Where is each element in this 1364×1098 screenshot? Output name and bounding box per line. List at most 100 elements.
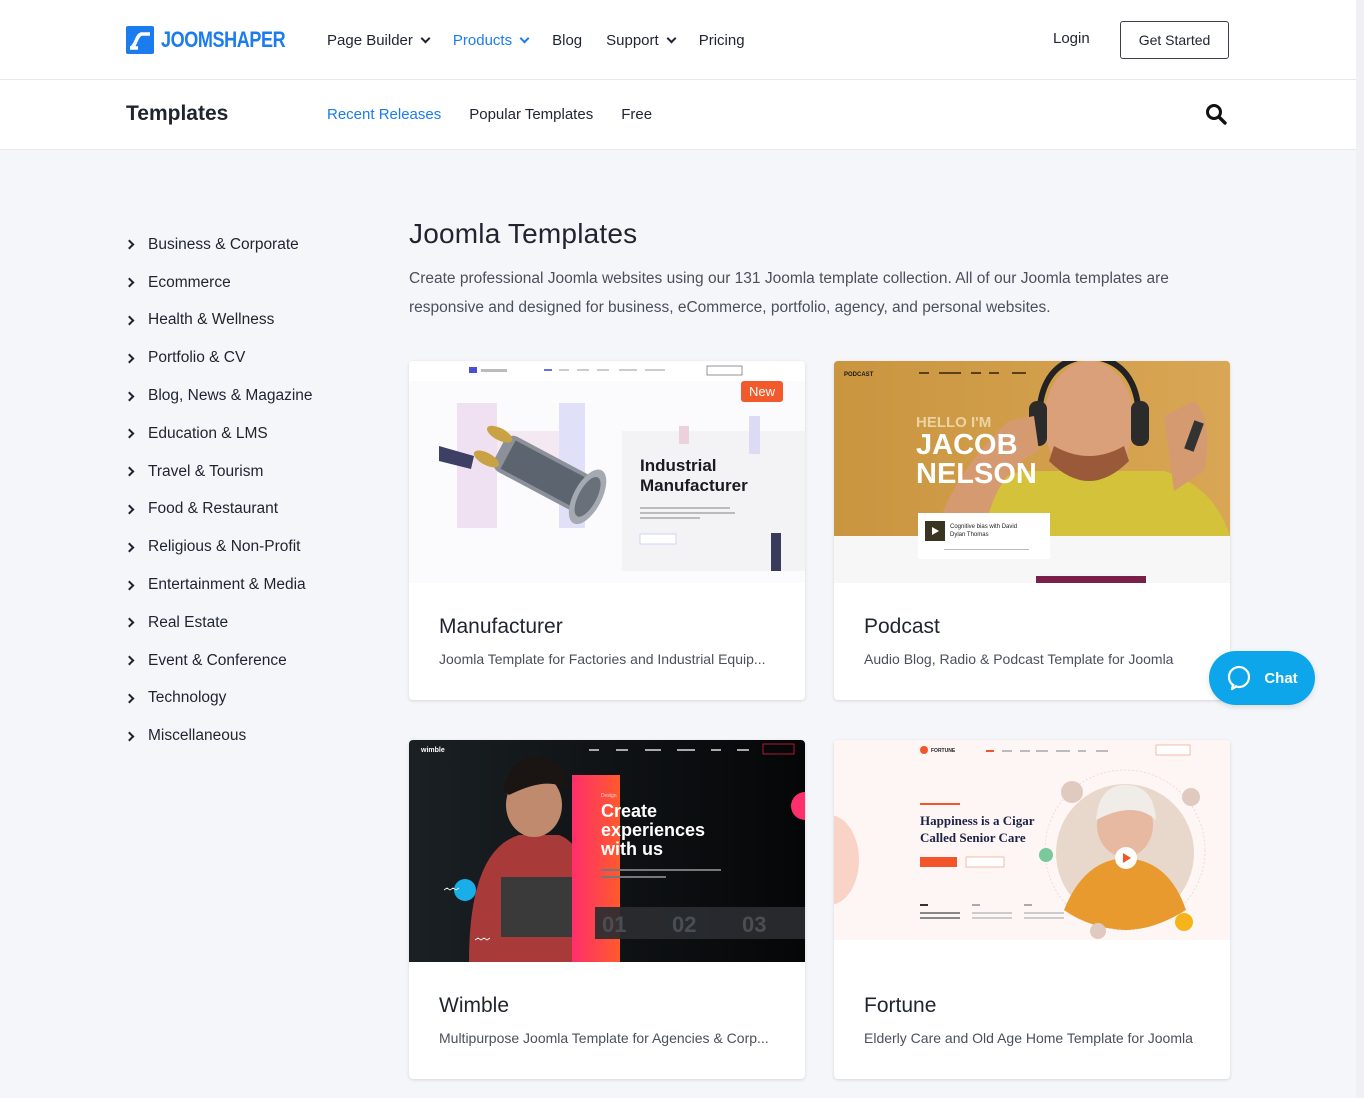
preview-line: Called Senior Care	[920, 830, 1026, 845]
category-technology[interactable]: Technology	[124, 680, 366, 718]
section-title: Templates	[126, 102, 229, 125]
nav-products[interactable]: Products	[452, 28, 530, 52]
search-button[interactable]	[1204, 102, 1228, 126]
nav-label: Page Builder	[327, 31, 413, 49]
brand-logo[interactable]: JOOMSHAPER	[126, 26, 312, 54]
nav-page-builder[interactable]: Page Builder	[327, 28, 431, 52]
template-description: Joomla Template for Factories and Indust…	[439, 651, 766, 667]
main-nav: Page Builder Products Blog Support Prici…	[327, 28, 769, 52]
chevron-right-icon	[124, 693, 135, 704]
tab-popular-templates[interactable]: Popular Templates	[469, 106, 593, 123]
chevron-down-icon	[519, 33, 530, 43]
category-real-estate[interactable]: Real Estate	[124, 604, 366, 642]
category-ecommerce[interactable]: Ecommerce	[124, 264, 366, 302]
category-label: Ecommerce	[148, 273, 231, 291]
preview-step: 02	[672, 912, 696, 937]
category-label: Religious & Non-Profit	[148, 538, 301, 556]
category-label: Business & Corporate	[148, 235, 299, 253]
get-started-button[interactable]: Get Started	[1120, 21, 1229, 59]
category-label: Miscellaneous	[148, 727, 247, 745]
category-travel-tourism[interactable]: Travel & Tourism	[124, 453, 366, 491]
category-religious-non-profit[interactable]: Religious & Non-Profit	[124, 528, 366, 566]
category-label: Real Estate	[148, 613, 229, 631]
login-link[interactable]: Login	[1053, 30, 1090, 47]
preview-name: NELSON	[916, 458, 1037, 490]
preview-brand: wimble	[420, 747, 445, 754]
category-event-conference[interactable]: Event & Conference	[124, 642, 366, 680]
template-card-fortune[interactable]: FORTUNE Happiness is a Cigar Called Seni…	[834, 740, 1230, 1079]
category-portfolio-cv[interactable]: Portfolio & CV	[124, 339, 366, 377]
preview-line: Happiness is a Cigar	[920, 813, 1035, 828]
chevron-down-icon	[666, 33, 677, 43]
preview-brand: FORTUNE	[931, 748, 956, 754]
preview-tag: Design	[601, 793, 617, 799]
chevron-right-icon	[124, 277, 135, 288]
chevron-right-icon	[124, 542, 135, 553]
template-description: Elderly Care and Old Age Home Template f…	[864, 1030, 1193, 1046]
brand-name: JOOMSHAPER	[161, 27, 286, 52]
chevron-right-icon	[124, 504, 135, 515]
preview-name: JACOB	[916, 429, 1018, 461]
category-label: Event & Conference	[148, 651, 287, 669]
template-thumbnail: FORTUNE Happiness is a Cigar Called Seni…	[834, 740, 1230, 962]
category-education-lms[interactable]: Education & LMS	[124, 415, 366, 453]
template-thumbnail: wimble Design Create experiences with us…	[409, 740, 805, 962]
category-label: Food & Restaurant	[148, 500, 279, 518]
top-navbar: JOOMSHAPER Page Builder Products Blog Su…	[0, 0, 1356, 80]
template-thumbnail: Industrial Manufacturer New	[409, 361, 805, 583]
category-health-wellness[interactable]: Health & Wellness	[124, 302, 366, 340]
preview-step: 03	[742, 912, 766, 937]
template-card-manufacturer[interactable]: Industrial Manufacturer New Manufacturer…	[409, 361, 805, 700]
nav-support[interactable]: Support	[606, 28, 677, 52]
page-title: Joomla Templates	[409, 218, 638, 249]
preview-line: experiences	[601, 820, 705, 840]
preview-headline: Manufacturer	[640, 476, 748, 495]
chevron-right-icon	[124, 655, 135, 666]
templates-subnav: Templates Recent Releases Popular Templa…	[0, 80, 1364, 150]
chat-label: Chat	[1264, 669, 1298, 687]
category-label: Blog, News & Magazine	[148, 387, 313, 405]
chevron-down-icon	[420, 33, 431, 43]
tab-recent-releases[interactable]: Recent Releases	[327, 106, 441, 123]
svg-text:Cognitive bias with David: Cognitive bias with David	[950, 524, 1017, 530]
page-scrollbar[interactable]	[1356, 0, 1364, 1098]
chat-bubble-icon	[1228, 665, 1251, 691]
chat-button[interactable]: Chat	[1209, 651, 1315, 705]
template-name: Podcast	[864, 615, 940, 638]
nav-pricing[interactable]: Pricing	[699, 28, 745, 52]
preview-brand: PODCAST	[844, 372, 874, 378]
nav-label: Pricing	[698, 31, 745, 49]
category-sidebar: Business & Corporate Ecommerce Health & …	[124, 226, 366, 755]
template-name: Fortune	[864, 994, 937, 1017]
template-card-podcast[interactable]: PODCAST HELLO I'M JACOB NELSON Cognitive…	[834, 361, 1230, 700]
category-label: Health & Wellness	[148, 311, 275, 329]
page-description: Create professional Joomla websites usin…	[409, 270, 1169, 316]
nav-label: Products	[452, 31, 513, 49]
nav-label: Support	[606, 31, 659, 49]
category-entertainment-media[interactable]: Entertainment & Media	[124, 566, 366, 604]
svg-text:Dylan Thomas: Dylan Thomas	[950, 532, 989, 538]
chevron-right-icon	[124, 315, 135, 326]
category-miscellaneous[interactable]: Miscellaneous	[124, 717, 366, 755]
chevron-right-icon	[124, 239, 135, 250]
template-card-wimble[interactable]: wimble Design Create experiences with us…	[409, 740, 805, 1079]
chevron-right-icon	[124, 731, 135, 742]
category-food-restaurant[interactable]: Food & Restaurant	[124, 491, 366, 529]
template-thumbnail: PODCAST HELLO I'M JACOB NELSON Cognitive…	[834, 361, 1230, 583]
category-blog-news-magazine[interactable]: Blog, News & Magazine	[124, 377, 366, 415]
template-tabs: Recent Releases Popular Templates Free	[327, 106, 680, 123]
chevron-right-icon	[124, 466, 135, 477]
category-business-corporate[interactable]: Business & Corporate	[124, 226, 366, 264]
preview-headline: Industrial	[640, 456, 717, 475]
preview-line: with us	[600, 839, 663, 859]
tab-free[interactable]: Free	[621, 106, 652, 123]
category-label: Portfolio & CV	[148, 349, 246, 367]
logo-mark-icon	[126, 26, 154, 54]
chevron-right-icon	[124, 391, 135, 402]
template-name: Manufacturer	[439, 615, 563, 638]
nav-label: Blog	[552, 31, 583, 49]
nav-blog[interactable]: Blog	[552, 28, 582, 52]
preview-line: Create	[601, 801, 657, 821]
new-badge: New	[741, 381, 784, 402]
search-icon	[1206, 104, 1227, 125]
